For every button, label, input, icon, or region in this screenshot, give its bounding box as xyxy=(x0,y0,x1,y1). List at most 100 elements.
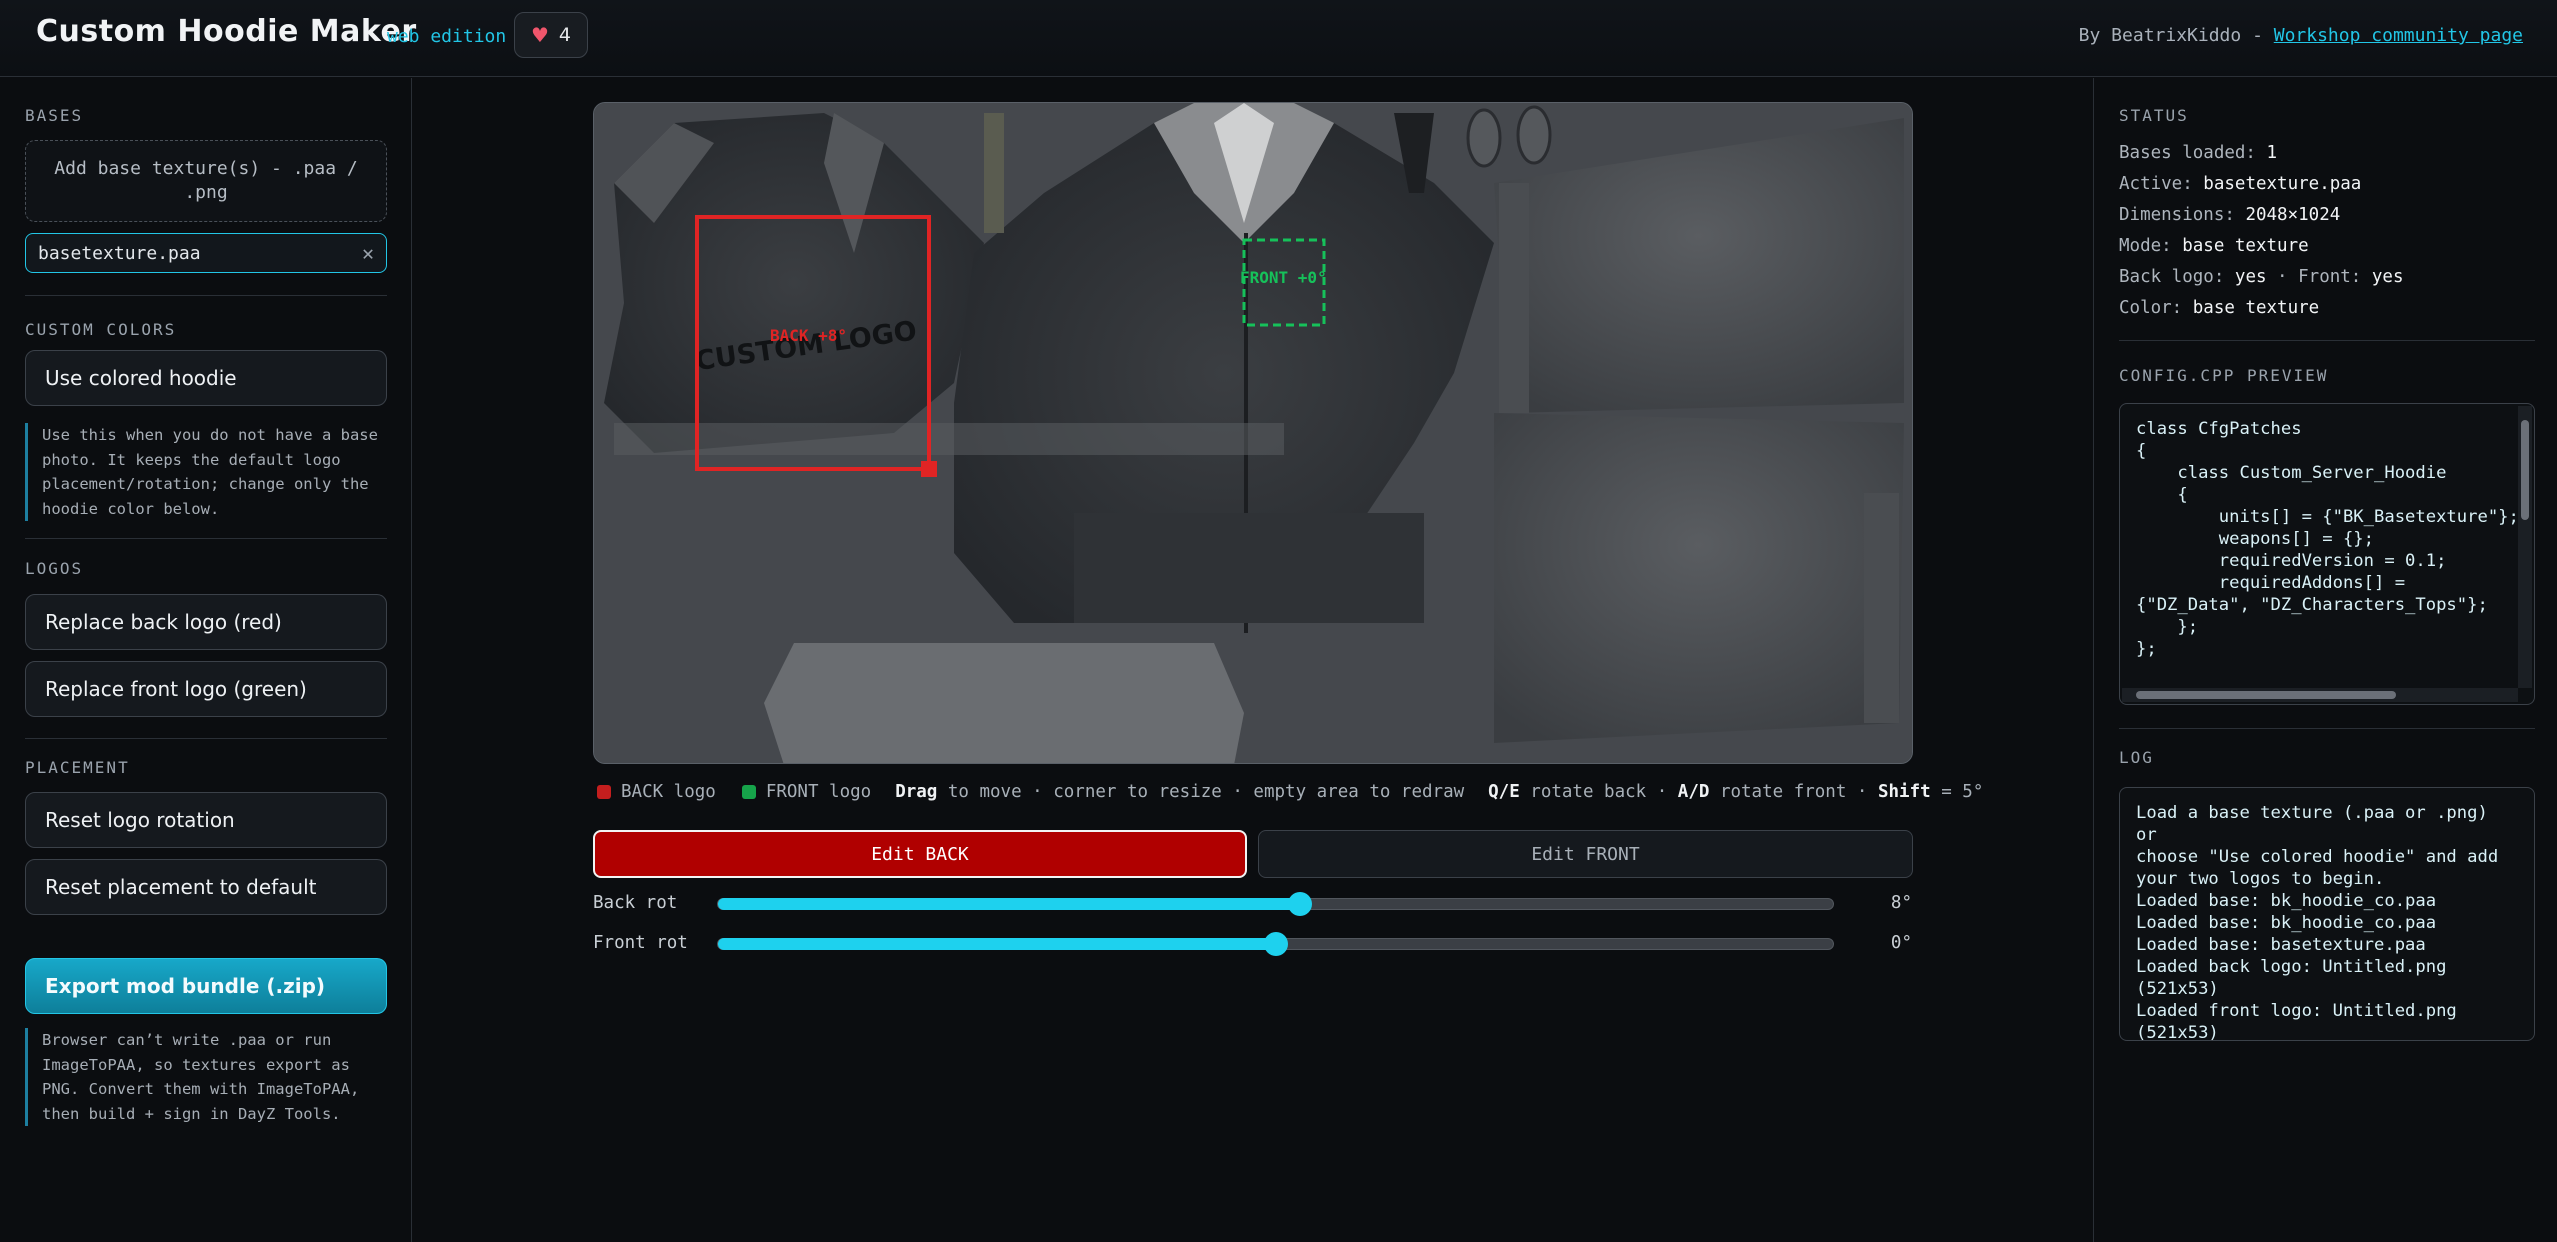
byline: By BeatrixKiddo - Workshop community pag… xyxy=(2079,25,2523,46)
status-value: 2048×1024 xyxy=(2245,205,2341,225)
log-panel: Load a base texture (.paa or .png) or ch… xyxy=(2119,787,2535,1043)
status-key: Color: xyxy=(2119,298,2193,318)
legend-shift-text: = 5° xyxy=(1930,782,1984,802)
log-line: Loaded front logo: Untitled.png xyxy=(2136,1001,2457,1021)
legend-qe-key: Q/E xyxy=(1488,782,1520,802)
front-rot-label: Front rot xyxy=(593,933,688,953)
like-count: 4 xyxy=(558,24,572,46)
front-swatch xyxy=(741,785,756,799)
divider xyxy=(25,538,387,539)
back-rot-label: Back rot xyxy=(593,893,678,913)
status-key: · Front: xyxy=(2266,267,2372,287)
status-section-label: STATUS xyxy=(2119,106,2189,125)
edit-back-button[interactable]: Edit BACK xyxy=(593,830,1247,878)
texture-canvas[interactable]: CUSTOM LOGO BACK +8° FRONT +0° xyxy=(593,102,1913,764)
log-line: (521x53) xyxy=(2136,979,2219,999)
legend-shift-key: Shift xyxy=(1877,782,1931,802)
front-rot-slider[interactable] xyxy=(717,932,1834,956)
legend-back: BACK logo xyxy=(621,782,716,802)
status-value: yes xyxy=(2234,267,2267,287)
back-rot-thumb[interactable] xyxy=(1288,892,1313,916)
edit-front-button[interactable]: Edit FRONT xyxy=(1258,830,1913,878)
canvas-legend: BACK logo FRONT logo Drag to move · corn… xyxy=(597,782,1983,802)
right-sidebar: STATUS Bases loaded: 1 Active: basetextu… xyxy=(2093,78,2557,1242)
sleeve-lower xyxy=(1494,413,1904,743)
legend-drag-key: Drag xyxy=(895,782,938,802)
log-line: (521x53) xyxy=(2136,1023,2219,1043)
log-line: Loaded back logo: Untitled.png xyxy=(2136,957,2447,977)
log-line: Loaded base: basetexture.paa xyxy=(2136,935,2426,955)
divider xyxy=(2119,728,2535,729)
colored-hoodie-note: Use this when you do not have a base pho… xyxy=(25,423,387,521)
status-key: Back logo: xyxy=(2119,267,2235,287)
heart-icon: ♥ xyxy=(530,23,549,47)
status-key: Dimensions: xyxy=(2119,205,2246,225)
export-note: Browser can’t write .paa or run ImageToP… xyxy=(25,1028,387,1126)
log-line: Load a base texture (.paa or .png) or xyxy=(2136,803,2488,845)
back-logo-resize-handle[interactable] xyxy=(921,461,937,477)
config-code: class CfgPatches { class Custom_Server_H… xyxy=(2136,419,2519,659)
legend-ad-text: rotate front · xyxy=(1709,782,1878,802)
active-base-filename: basetexture.paa xyxy=(38,242,201,264)
status-key: Mode: xyxy=(2119,236,2183,256)
status-value: yes xyxy=(2371,267,2404,287)
custom-colors-section-label: CUSTOM COLORS xyxy=(25,320,177,339)
left-sidebar: BASES Add base texture(s) - .paa / .png … xyxy=(0,78,412,1242)
legend-qe-text: rotate back · xyxy=(1519,782,1678,802)
front-rot-value: 0° xyxy=(1890,933,1912,953)
replace-front-logo-button[interactable]: Replace front logo (green) xyxy=(25,661,387,717)
app-title: Custom Hoodie Maker xyxy=(36,14,417,49)
legend-drag-text: to move · corner to resize · empty area … xyxy=(937,782,1465,802)
config-vertical-scrollbar[interactable] xyxy=(2518,406,2532,688)
back-rot-slider[interactable] xyxy=(717,892,1834,916)
config-preview[interactable]: class CfgPatches { class Custom_Server_H… xyxy=(2119,403,2535,705)
bases-section-label: BASES xyxy=(25,106,84,125)
like-button[interactable]: ♥ 4 xyxy=(514,12,588,58)
byline-author: By BeatrixKiddo - xyxy=(2078,25,2274,46)
log-line: Loaded base: bk_hoodie_co.paa xyxy=(2136,913,2437,933)
front-rot-fill xyxy=(718,938,1276,950)
active-base-chip[interactable]: basetexture.paa ✕ xyxy=(25,233,387,273)
base-texture-dropzone[interactable]: Add base texture(s) - .paa / .png xyxy=(25,140,387,222)
legend-front: FRONT logo xyxy=(765,782,872,802)
workshop-community-link[interactable]: Workshop community page xyxy=(2274,25,2523,46)
replace-back-logo-button[interactable]: Replace back logo (red) xyxy=(25,594,387,650)
log-line: choose "Use colored hoodie" and add xyxy=(2136,847,2499,867)
pocket-piece xyxy=(764,643,1244,763)
reset-logo-rotation-button[interactable]: Reset logo rotation xyxy=(25,792,387,848)
front-rot-thumb[interactable] xyxy=(1263,932,1288,956)
back-swatch xyxy=(597,785,611,799)
status-logos: Back logo: yes · Front: yes xyxy=(2119,267,2403,287)
hoodie-texture: CUSTOM LOGO BACK +8° FRONT +0° xyxy=(594,103,1912,763)
log-line: Loaded base: bk_hoodie_co.paa xyxy=(2136,891,2437,911)
config-section-label: CONFIG.CPP PREVIEW xyxy=(2119,366,2329,385)
close-icon[interactable]: ✕ xyxy=(362,241,374,265)
scroll-thumb[interactable] xyxy=(2521,420,2529,520)
status-value: basetexture.paa xyxy=(2203,174,2362,194)
use-colored-hoodie-button[interactable]: Use colored hoodie xyxy=(25,350,387,406)
reset-placement-button[interactable]: Reset placement to default xyxy=(25,859,387,915)
divider xyxy=(25,295,387,296)
divider xyxy=(2119,340,2535,341)
status-active: Active: basetexture.paa xyxy=(2119,174,2361,194)
scroll-thumb[interactable] xyxy=(2136,691,2396,699)
status-value: 1 xyxy=(2266,143,2278,163)
export-mod-bundle-button[interactable]: Export mod bundle (.zip) xyxy=(25,958,387,1014)
status-dimensions: Dimensions: 2048×1024 xyxy=(2119,205,2340,225)
status-value: base texture xyxy=(2182,236,2309,256)
status-bases-loaded: Bases loaded: 1 xyxy=(2119,143,2277,163)
back-rot-fill xyxy=(718,898,1301,910)
config-horizontal-scrollbar[interactable] xyxy=(2122,688,2518,702)
legend-ad-key: A/D xyxy=(1677,782,1710,802)
status-key: Bases loaded: xyxy=(2119,143,2267,163)
status-value: base texture xyxy=(2192,298,2320,318)
app-header: Custom Hoodie Maker web edition ♥ 4 By B… xyxy=(0,0,2557,77)
status-key: Active: xyxy=(2119,174,2204,194)
log-section-label: LOG xyxy=(2119,748,2154,767)
back-rot-value: 8° xyxy=(1890,893,1912,913)
status-color: Color: base texture xyxy=(2119,298,2319,318)
divider xyxy=(25,738,387,739)
placement-section-label: PLACEMENT xyxy=(25,758,130,777)
log-line: your two logos to begin. xyxy=(2136,869,2385,889)
logos-section-label: LOGOS xyxy=(25,559,84,578)
